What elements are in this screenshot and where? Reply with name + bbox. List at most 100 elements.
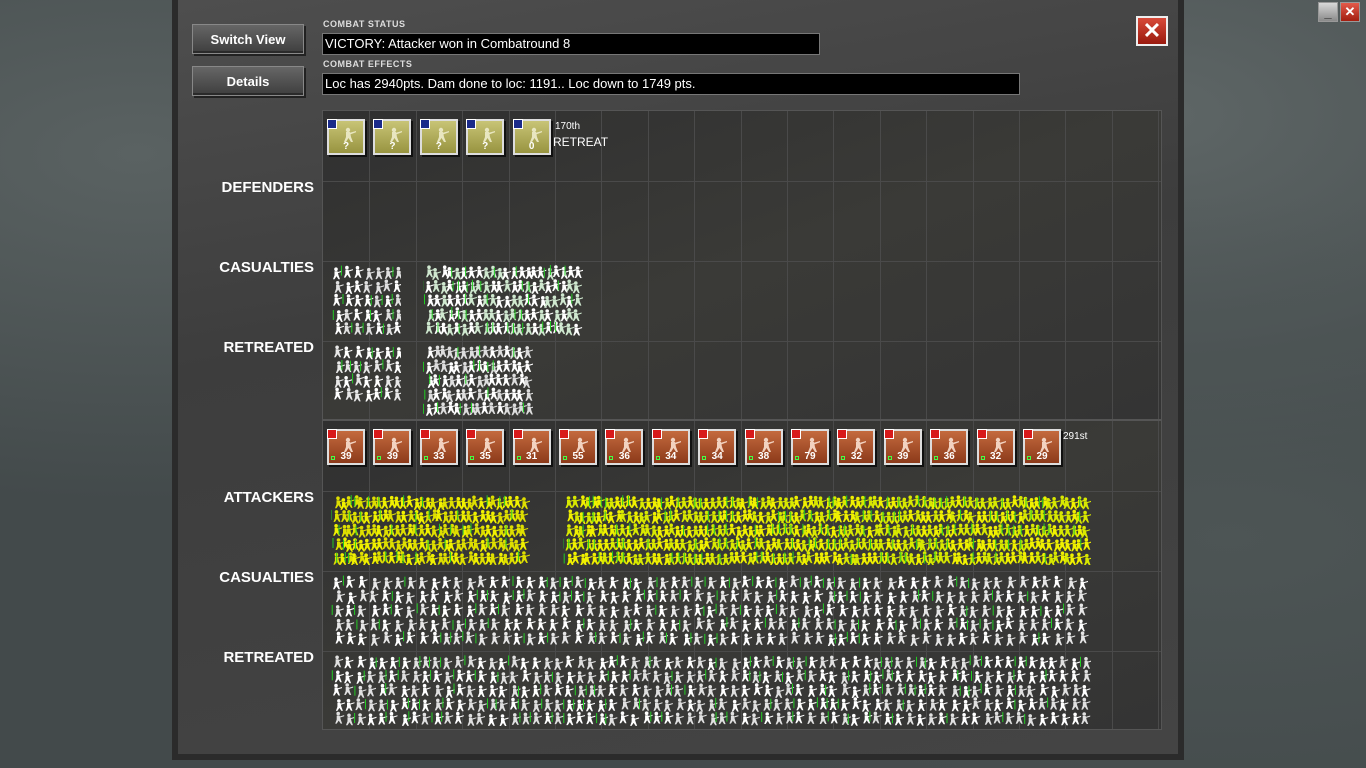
troop-figures-cluster — [423, 345, 533, 419]
close-dialog-button[interactable]: ✕ — [1136, 16, 1168, 46]
attacker-unit-counter[interactable]: 36 — [930, 429, 969, 465]
national-flag-icon — [883, 429, 894, 439]
defender-unit-counter[interactable]: 0 — [512, 119, 551, 155]
grid-row-line — [323, 261, 1161, 262]
window-close-button[interactable]: ✕ — [1340, 2, 1360, 22]
attacker-unit-counter[interactable]: 39 — [373, 429, 412, 465]
national-flag-icon — [466, 429, 477, 439]
grid-column-line — [1111, 111, 1113, 419]
national-flag-icon — [930, 429, 941, 439]
row-label-defender-casualties: CASUALTIES — [219, 259, 314, 276]
infantry-icon — [332, 265, 401, 335]
row-label-attacker-casualties: CASUALTIES — [219, 569, 314, 586]
attacker-unit-counter[interactable]: 29 — [1023, 429, 1061, 465]
unit-strength-value: ? — [435, 141, 442, 152]
attacker-unit-counter[interactable]: 79 — [791, 429, 829, 465]
national-flag-icon — [651, 429, 662, 439]
grid-row-line — [323, 651, 1161, 652]
defender-unit-counter[interactable]: ? — [373, 119, 412, 155]
combat-status-label: COMBAT STATUS — [323, 19, 406, 29]
attacker-unit-counter[interactable]: 36 — [605, 429, 644, 465]
details-button[interactable]: Details — [192, 66, 304, 96]
attacker-unit-counter[interactable]: 55 — [559, 429, 597, 465]
unit-strength-value: ? — [482, 141, 489, 152]
attacker-unit-counter[interactable]: 34 — [698, 429, 737, 465]
unit-strength-value: 32 — [850, 451, 862, 462]
unit-strength-value: 36 — [618, 451, 630, 462]
unit-strength-value: 79 — [804, 451, 816, 462]
defender-unit-status: RETREAT — [553, 135, 609, 149]
grid-column-line — [1111, 421, 1113, 729]
combat-results-panel: Switch View Details COMBAT STATUS VICTOR… — [172, 0, 1184, 760]
defender-grid: ? ? ? ? 0 170th RETREAT — [322, 110, 1162, 420]
row-label-attacker-retreated: RETREATED — [223, 649, 314, 666]
defender-unit-counter[interactable]: ? — [327, 119, 365, 155]
attacker-unit-counter[interactable]: 39 — [883, 429, 922, 465]
attacker-unit-counter[interactable]: 32 — [837, 429, 876, 465]
unit-strength-value: 55 — [572, 451, 584, 462]
grid-row-line — [323, 491, 1161, 492]
unit-strength-value: 31 — [526, 451, 538, 462]
unit-strength-value: 34 — [711, 451, 723, 462]
grid-column-line — [1158, 421, 1160, 729]
grid-column-line — [926, 111, 928, 419]
grid-column-line — [601, 111, 603, 419]
troop-figures-cluster — [331, 495, 531, 565]
attacker-unit-counter[interactable]: 33 — [419, 429, 458, 465]
national-flag-icon — [512, 119, 523, 129]
switch-view-button[interactable]: Switch View — [192, 24, 304, 54]
unit-strength-value: 36 — [943, 451, 955, 462]
unit-strength-value: 39 — [897, 451, 909, 462]
attacker-unit-counter[interactable]: 39 — [327, 429, 365, 465]
unit-strength-value: 39 — [386, 451, 398, 462]
infantry-icon — [423, 265, 583, 336]
combat-status-field: VICTORY: Attacker won in Combatround 8 — [322, 33, 820, 55]
attacker-unit-counter[interactable]: 34 — [651, 429, 690, 465]
national-flag-icon — [605, 429, 616, 439]
grid-column-line — [1019, 111, 1020, 419]
defender-unit-counter[interactable]: ? — [466, 119, 505, 155]
unit-strength-value: 32 — [990, 451, 1002, 462]
grid-column-line — [787, 111, 788, 419]
unit-strength-value: 35 — [479, 451, 491, 462]
national-flag-icon — [419, 429, 430, 439]
combat-effects-field: Loc has 2940pts. Dam done to loc: 1191..… — [322, 73, 1020, 95]
attacker-unit-counter[interactable]: 31 — [512, 429, 551, 465]
grid-row-line — [323, 181, 1161, 182]
unit-strength-value: 34 — [665, 451, 677, 462]
minimize-button[interactable]: _ — [1318, 2, 1338, 22]
national-flag-icon — [837, 429, 848, 439]
national-flag-icon — [1023, 429, 1033, 439]
unit-strength-value: 33 — [433, 451, 445, 462]
grid-column-line — [1065, 111, 1067, 419]
grid-column-line — [1158, 111, 1160, 419]
national-flag-icon — [373, 429, 384, 439]
national-flag-icon — [373, 119, 384, 129]
grid-column-line — [740, 111, 742, 419]
national-flag-icon — [976, 429, 987, 439]
infantry-icon — [563, 495, 1091, 565]
troop-figures-cluster — [331, 575, 1091, 647]
national-flag-icon — [419, 119, 430, 129]
national-flag-icon — [744, 429, 755, 439]
national-flag-icon — [512, 429, 523, 439]
grid-row-line — [323, 341, 1161, 342]
grid-row-line — [323, 571, 1161, 572]
window-controls: _ ✕ — [1318, 2, 1360, 22]
infantry-icon — [331, 655, 1091, 726]
combat-effects-label: COMBAT EFFECTS — [323, 59, 413, 69]
troop-figures-cluster — [331, 265, 401, 335]
troop-figures-cluster — [331, 345, 401, 409]
attacker-unit-counter[interactable]: 35 — [466, 429, 505, 465]
unit-strength-value: 29 — [1036, 451, 1048, 462]
defender-unit-counter[interactable]: ? — [419, 119, 458, 155]
defender-unit-name: 170th — [555, 121, 581, 132]
attacker-unit-counter[interactable]: 32 — [976, 429, 1015, 465]
row-label-defender-retreated: RETREATED — [223, 339, 314, 356]
national-flag-icon — [466, 119, 477, 129]
unit-strength-value: 0 — [528, 141, 535, 152]
attacker-grid: 39 39 33 35 31 55 36 34 34 38 79 32 39 3… — [322, 420, 1162, 730]
row-label-defenders: DEFENDERS — [221, 179, 314, 196]
troop-figures-cluster — [423, 265, 583, 341]
attacker-unit-counter[interactable]: 38 — [744, 429, 783, 465]
